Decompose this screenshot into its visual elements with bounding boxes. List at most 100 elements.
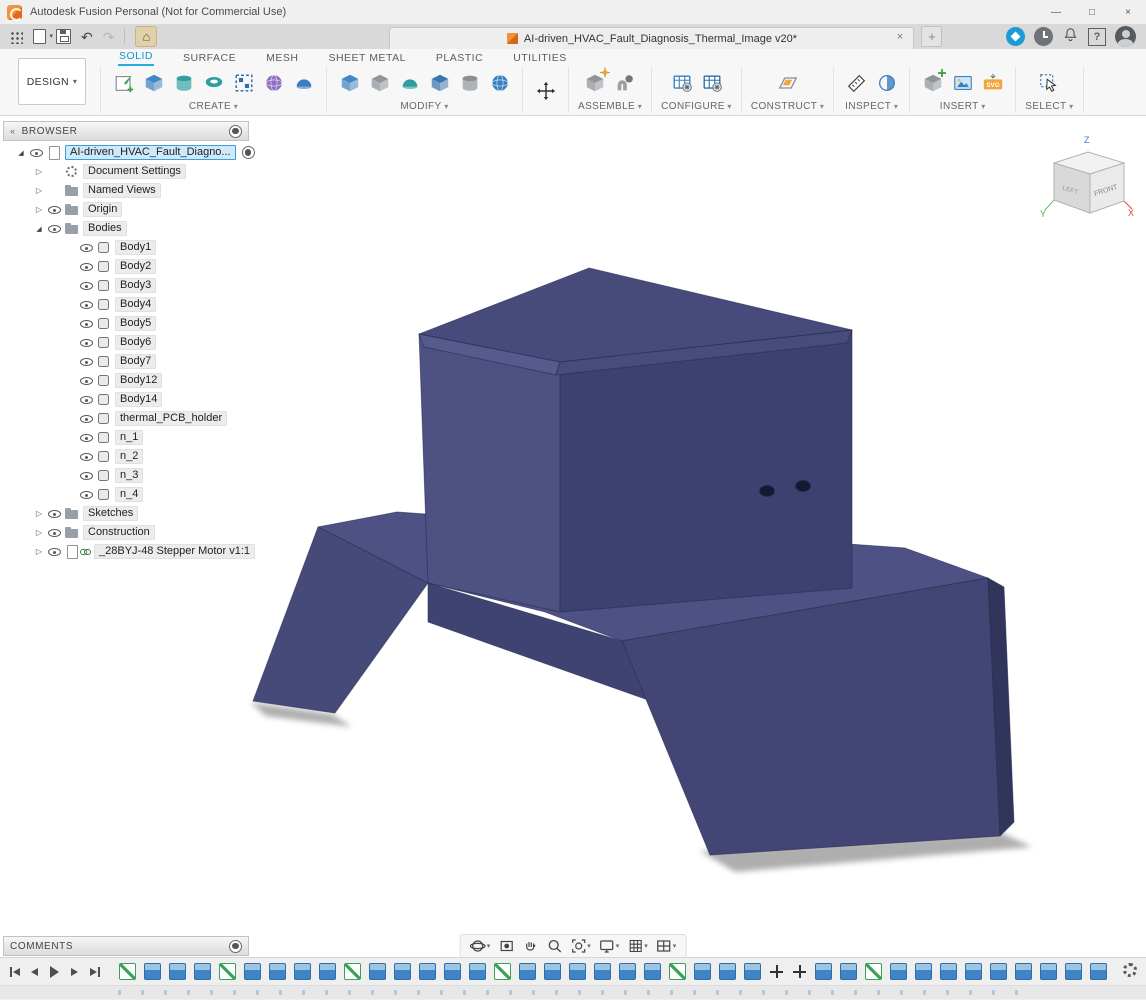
timeline-feature-icon[interactable] (594, 963, 611, 980)
step-back-icon[interactable] (26, 963, 43, 980)
visibility-eye-icon[interactable] (48, 526, 62, 539)
expander-icon[interactable] (33, 510, 45, 518)
timeline-feature-icon[interactable] (394, 963, 411, 980)
close-button[interactable]: × (1110, 0, 1146, 24)
node-label[interactable]: n_2 (115, 449, 144, 464)
visibility-eye-icon[interactable] (48, 507, 62, 520)
view-cube[interactable]: Z LEFT FRONT Y X (1038, 133, 1138, 225)
timeline-feature-icon[interactable] (344, 963, 361, 980)
new-tab-button[interactable]: + (921, 26, 943, 47)
help-icon[interactable] (1088, 27, 1106, 46)
activate-component-radio[interactable] (241, 146, 255, 159)
timeline-feature-icon[interactable] (619, 963, 636, 980)
node-label[interactable]: Body3 (115, 278, 157, 293)
create-sketch-icon[interactable] (110, 70, 137, 96)
timeline-feature-icon[interactable] (792, 964, 807, 979)
timeline-feature-icon[interactable] (194, 963, 211, 980)
timeline-feature-icon[interactable] (769, 964, 784, 979)
timeline-feature-icon[interactable] (965, 963, 982, 980)
visibility-eye-icon[interactable] (80, 488, 94, 501)
node-label[interactable]: Body4 (115, 297, 157, 312)
form-icon[interactable] (290, 70, 317, 96)
node-label[interactable]: Sketches (83, 506, 139, 521)
visibility-eye-icon[interactable] (80, 298, 94, 311)
tree-row[interactable]: Document Settings (3, 162, 249, 181)
decal-icon[interactable] (949, 70, 976, 96)
pan-icon[interactable] (519, 937, 541, 955)
browser-display-radio[interactable] (229, 124, 242, 138)
configuration-icon[interactable] (668, 70, 695, 96)
timeline-feature-icon[interactable] (569, 963, 586, 980)
timeline-feature-icon[interactable] (469, 963, 486, 980)
construction-plane-icon[interactable] (774, 70, 801, 96)
visibility-eye-icon[interactable] (80, 393, 94, 406)
timeline-feature-icon[interactable] (144, 963, 161, 980)
tree-row[interactable]: n_2 (3, 447, 249, 466)
node-label[interactable]: n_1 (115, 430, 144, 445)
viewports-icon[interactable]: ▾ (653, 937, 680, 955)
file-menu-icon[interactable] (33, 29, 53, 44)
press-pull-icon[interactable] (336, 70, 363, 96)
new-component-icon[interactable] (582, 66, 610, 96)
node-label[interactable]: Construction (83, 525, 155, 540)
measure-icon[interactable] (843, 70, 870, 96)
visibility-eye-icon[interactable] (48, 203, 62, 216)
timeline-feature-icon[interactable] (940, 963, 957, 980)
joint-icon[interactable] (612, 70, 639, 96)
extensions-icon[interactable] (1006, 27, 1025, 46)
timeline-feature-icon[interactable] (1065, 963, 1082, 980)
timeline-feature-icon[interactable] (1040, 963, 1057, 980)
look-at-icon[interactable] (495, 937, 517, 955)
node-label[interactable]: AI-driven_HVAC_Fault_Diagno... (65, 145, 236, 160)
tree-row[interactable]: Body1 (3, 238, 249, 257)
timeline-settings-gear-icon[interactable] (1123, 963, 1137, 977)
data-panel-toggle-icon[interactable] (9, 29, 23, 44)
expander-icon[interactable] (33, 225, 45, 233)
modify-menu-label[interactable]: MODIFY (400, 101, 448, 112)
node-label[interactable]: n_4 (115, 487, 144, 502)
configure-menu-label[interactable]: CONFIGURE (661, 101, 732, 112)
display-settings-icon[interactable]: ▾ (596, 937, 623, 955)
expander-icon[interactable] (33, 206, 45, 214)
visibility-eye-icon[interactable] (80, 279, 94, 292)
visibility-eye-icon[interactable] (80, 450, 94, 463)
comments-header[interactable]: COMMENTS (3, 936, 249, 956)
tree-row[interactable]: _28BYJ-48 Stepper Motor v1:1 (3, 542, 256, 561)
timeline-feature-icon[interactable] (294, 963, 311, 980)
visibility-eye-icon[interactable] (80, 412, 94, 425)
document-tab[interactable]: AI-driven_HVAC_Fault_Diagnosis_Thermal_I… (389, 27, 915, 49)
play-icon[interactable] (46, 963, 63, 980)
tree-row[interactable]: thermal_PCB_holder (3, 409, 249, 428)
collapse-panel-icon[interactable] (10, 126, 16, 136)
tree-row[interactable]: Named Views (3, 181, 249, 200)
insert-menu-label[interactable]: INSERT (940, 101, 986, 112)
home-view-icon[interactable] (135, 26, 158, 47)
node-label[interactable]: Body5 (115, 316, 157, 331)
visibility-eye-icon[interactable] (48, 222, 62, 235)
model-face-box-right[interactable] (559, 329, 853, 613)
timeline-feature-icon[interactable] (269, 963, 286, 980)
viewcube-y-axis-label[interactable]: Y (1040, 209, 1046, 219)
node-label[interactable]: Body1 (115, 240, 157, 255)
visibility-eye-icon[interactable] (80, 355, 94, 368)
skip-to-start-icon[interactable] (6, 963, 23, 980)
combine-icon[interactable] (426, 70, 453, 96)
node-label[interactable]: Body2 (115, 259, 157, 274)
timeline-feature-icon[interactable] (244, 963, 261, 980)
tab-sheet-metal[interactable]: SHEET METAL (327, 52, 406, 66)
grid-settings-icon[interactable]: ▾ (624, 937, 651, 955)
expander-icon[interactable] (33, 187, 45, 195)
tree-row[interactable]: Body12 (3, 371, 249, 390)
node-label[interactable]: Named Views (83, 183, 161, 198)
insert-svg-icon[interactable]: SVG (979, 70, 1006, 96)
timeline-feature-icon[interactable] (815, 963, 832, 980)
timeline-feature-icon[interactable] (544, 963, 561, 980)
tree-row[interactable]: Body3 (3, 276, 249, 295)
node-label[interactable]: thermal_PCB_holder (115, 411, 228, 426)
expander-icon[interactable] (33, 548, 45, 556)
timeline-feature-icon[interactable] (169, 963, 186, 980)
node-label[interactable]: Bodies (83, 221, 127, 236)
cylinder-icon[interactable] (170, 70, 197, 96)
timeline-feature-icon[interactable] (744, 963, 761, 980)
timeline-feature-icon[interactable] (444, 963, 461, 980)
